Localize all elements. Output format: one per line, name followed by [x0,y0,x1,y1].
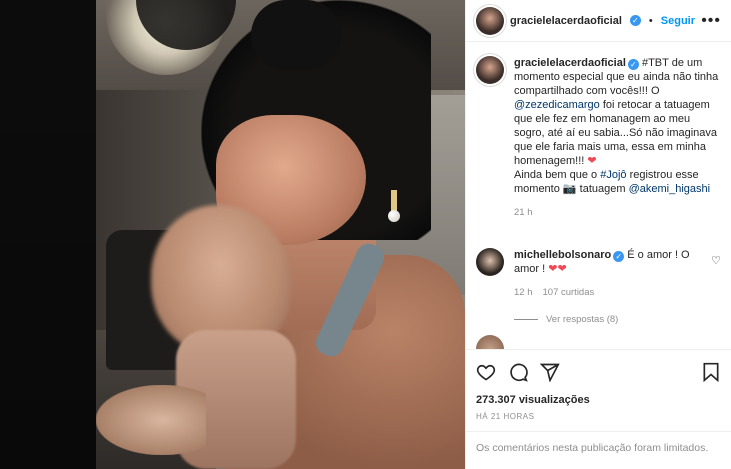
comments-limited-notice: Os comentários nesta publicação foram li… [466,431,731,464]
comments-list[interactable]: gracielelacerdaoficial ✓ #TBT de um momen… [466,42,731,349]
like-heart-icon[interactable] [476,362,496,382]
next-commenter-avatar[interactable] [476,335,504,349]
save-bookmark-icon[interactable] [701,362,721,382]
author-username[interactable]: gracielelacerdaoficial [510,15,622,27]
commenter-avatar[interactable] [476,248,504,276]
commenter-username[interactable]: michellebolsonaro [514,249,611,261]
follow-button[interactable]: Seguir [661,15,695,27]
verified-icon: ✓ [627,59,639,70]
caption-time[interactable]: 21 h [514,206,533,220]
comment-item: michellebolsonaro ✓ É o amor ! O amor ! ❤… [476,248,721,300]
post-side-panel: gracielelacerdaoficial ✓ • Seguir ••• gr… [465,0,731,469]
view-replies-label: Ver respostas (8) [546,314,619,325]
caption-text: Ainda bem que o [514,169,601,181]
comment-like-icon[interactable]: ♡ [711,248,721,300]
post-video[interactable] [96,0,465,469]
caption: gracielelacerdaoficial ✓ #TBT de um momen… [476,56,721,220]
post-actions: 273.307 visualizações HÁ 21 HORAS Os com… [466,349,731,469]
verified-icon: ✓ [629,15,641,26]
comment-likes[interactable]: 107 curtidas [543,286,595,300]
caption-author-avatar[interactable] [476,56,504,84]
caption-author-username[interactable]: gracielelacerdaoficial [514,57,626,69]
comment-bubble-icon[interactable] [508,362,528,382]
heart-emoji: ❤ [587,155,597,167]
heart-emoji: ❤❤ [548,263,567,275]
comment-time[interactable]: 12 h [514,286,533,300]
hashtag-link[interactable]: #Jojô [600,169,626,181]
views-count[interactable]: 273.307 visualizações [476,394,721,406]
verified-icon: ✓ [613,251,625,262]
more-options-icon[interactable]: ••• [701,12,721,30]
mention-link[interactable]: @zezedicamargo [514,99,600,111]
share-send-icon[interactable] [540,362,560,382]
separator-dot: • [648,14,653,27]
posted-time[interactable]: HÁ 21 HORAS [476,412,721,421]
mention-link[interactable]: @akemi_higashi [629,183,711,195]
post-modal: gracielelacerdaoficial ✓ • Seguir ••• gr… [96,0,731,469]
post-header: gracielelacerdaoficial ✓ • Seguir ••• [466,0,731,42]
divider-line [514,319,538,320]
author-avatar[interactable] [476,6,504,35]
view-replies-button[interactable]: Ver respostas (8) [514,314,721,325]
